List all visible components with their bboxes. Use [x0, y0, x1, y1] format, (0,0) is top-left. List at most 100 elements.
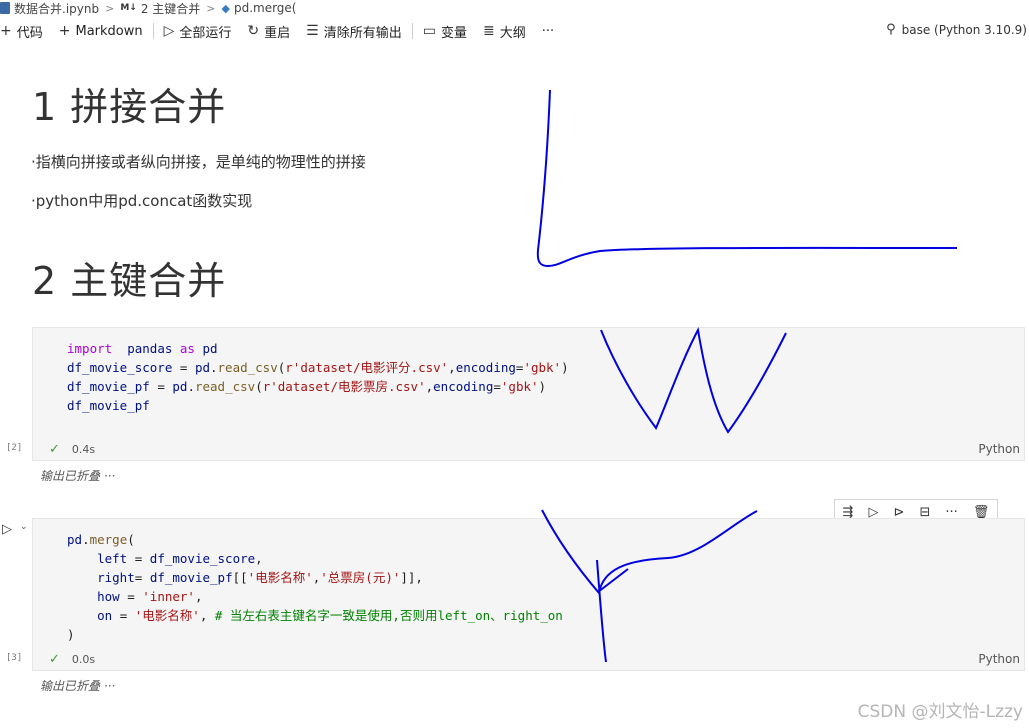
kernel-picker[interactable]: ⚲ base (Python 3.10.9) — [886, 22, 1027, 37]
code-line[interactable]: df_movie_pf — [67, 396, 569, 415]
code-token: , — [194, 589, 203, 604]
code-token: on — [97, 608, 113, 623]
notebook-icon — [0, 2, 10, 14]
code-token: pd — [194, 360, 210, 375]
outline-button[interactable]: ≣ 大纲 — [475, 22, 534, 41]
run-all-icon: ▷ — [163, 23, 175, 39]
code-token: 'inner' — [142, 589, 195, 604]
outline-label: 大纲 — [499, 25, 526, 41]
paragraph-concat-desc: ·指横向拼接或者纵向拼接，是单纯的物理性的拼接 — [31, 153, 366, 171]
breadcrumb-section-label: 2 主键合并 — [140, 1, 201, 16]
more-icon: ··· — [541, 23, 555, 39]
code-token: ]], — [400, 570, 423, 585]
code-token: pd — [202, 341, 218, 356]
code-token: = — [119, 589, 143, 604]
breadcrumb: 数据合并.ipynb > M↓ 2 主键合并 > ◆ pd.merge( — [0, 0, 296, 16]
cell-language[interactable]: Python — [978, 652, 1020, 666]
code-token: df_movie_pf — [67, 379, 150, 394]
add-code-button[interactable]: + 代码 — [0, 22, 51, 41]
code-token: '电影名称' — [134, 608, 200, 623]
breadcrumb-file[interactable]: 数据合并.ipynb — [0, 0, 99, 17]
code-line[interactable]: how = 'inner', — [67, 587, 563, 606]
restart-icon: ↻ — [247, 23, 260, 39]
code-token: , — [199, 608, 215, 623]
more-actions-button[interactable]: ··· — [534, 24, 562, 39]
breadcrumb-cell[interactable]: ◆ pd.merge( — [221, 1, 296, 15]
run-all-button[interactable]: ▷ 全部运行 — [156, 22, 240, 41]
breadcrumb-section[interactable]: M↓ 2 主键合并 — [120, 0, 200, 17]
code-token: encoding — [455, 360, 516, 375]
code-token: . — [210, 360, 218, 375]
toolbar-divider — [152, 23, 154, 39]
output-collapsed[interactable]: 输出已折叠 ··· — [40, 467, 115, 484]
plus-icon: + — [0, 23, 12, 39]
run-cell-button[interactable]: ▷ — [2, 522, 12, 537]
code-token: read_csv — [194, 379, 256, 394]
notebook-toolbar: + 代码 + Markdown ▷ 全部运行 ↻ 重启 ☰ 清除所有输出 ▭ 变… — [0, 20, 562, 42]
execution-time: 0.0s — [71, 653, 96, 666]
ink-stroke-l — [536, 89, 958, 268]
restart-button[interactable]: ↻ 重启 — [239, 22, 298, 41]
variables-icon: ▭ — [422, 23, 436, 39]
code-token: how — [97, 589, 120, 604]
code-token: df_movie_score — [67, 360, 173, 375]
code-token: , — [425, 379, 434, 394]
code-token: encoding — [433, 379, 494, 394]
code-line[interactable]: on = '电影名称', # 当左右表主键名字一致是使用,否则用left_on、… — [67, 606, 563, 625]
code-line[interactable]: ) — [67, 625, 563, 644]
execution-count: [2] — [6, 443, 23, 453]
heading-merge: 2 主键合并 — [32, 259, 227, 303]
code-token: = — [493, 379, 501, 394]
plus-icon: + — [58, 23, 71, 39]
add-markdown-button[interactable]: + Markdown — [51, 23, 151, 39]
output-collapsed[interactable]: 输出已折叠 ··· — [40, 677, 115, 694]
cell-language[interactable]: Python — [978, 442, 1020, 456]
paragraph-concat-func: ·python中用pd.concat函数实现 — [31, 192, 253, 210]
code-token: pandas — [127, 341, 173, 356]
markdown-icon: M↓ — [120, 3, 137, 13]
chevron-right-icon: > — [206, 1, 216, 15]
code-line[interactable]: left = df_movie_score, — [67, 549, 563, 568]
code-token: # 当左右表主键名字一致是使用,否则用left_on、right_on — [214, 608, 563, 623]
variables-button[interactable]: ▭ 变量 — [415, 22, 475, 41]
cell-status: ✓ 0.4s — [49, 442, 95, 457]
breadcrumb-cell-label: pd.merge( — [233, 1, 297, 15]
code-line[interactable]: df_movie_score = pd.read_csv(r'dataset/电… — [67, 358, 569, 377]
code-editor[interactable]: pd.merge( left = df_movie_score, right= … — [67, 530, 563, 644]
code-token: ) — [538, 379, 547, 394]
add-markdown-label: Markdown — [75, 23, 143, 39]
execution-time: 0.4s — [71, 443, 96, 456]
code-token: df_movie_pf — [149, 570, 233, 585]
code-token: pd — [172, 379, 188, 394]
code-cell-1[interactable]: import pandas as pd df_movie_score = pd.r… — [32, 327, 1025, 461]
execution-count: [3] — [6, 653, 23, 663]
code-line[interactable]: pd.merge( — [67, 530, 563, 549]
code-line[interactable]: right= df_movie_pf[['电影名称','总票房(元)']], — [67, 568, 563, 587]
chevron-right-icon: > — [105, 1, 115, 15]
breadcrumb-file-label: 数据合并.ipynb — [14, 1, 100, 16]
code-token: ( — [255, 379, 263, 394]
code-token: df_movie_pf — [67, 398, 150, 413]
kernel-label: base (Python 3.10.9) — [901, 22, 1027, 37]
python-icon: ◆ — [221, 1, 230, 15]
code-token: = — [149, 379, 173, 394]
code-token: r'dataset/电影票房.csv' — [262, 379, 426, 394]
code-token: pd — [67, 532, 83, 547]
clear-outputs-button[interactable]: ☰ 清除所有输出 — [298, 22, 410, 41]
code-token: '电影名称' — [247, 570, 313, 585]
code-token: merge — [89, 532, 128, 547]
chevron-down-icon[interactable]: ⌄ — [20, 522, 28, 532]
code-editor[interactable]: import pandas as pd df_movie_score = pd.r… — [67, 339, 569, 415]
watermark: CSDN @刘文怡-Lzzy — [857, 702, 1023, 722]
code-line[interactable]: df_movie_pf = pd.read_csv(r'dataset/电影票房… — [67, 377, 569, 396]
code-cell-2[interactable]: pd.merge( left = df_movie_score, right= … — [32, 518, 1025, 671]
code-line[interactable]: import pandas as pd — [67, 339, 569, 358]
check-icon: ✓ — [49, 442, 60, 457]
kernel-icon: ⚲ — [886, 22, 896, 37]
